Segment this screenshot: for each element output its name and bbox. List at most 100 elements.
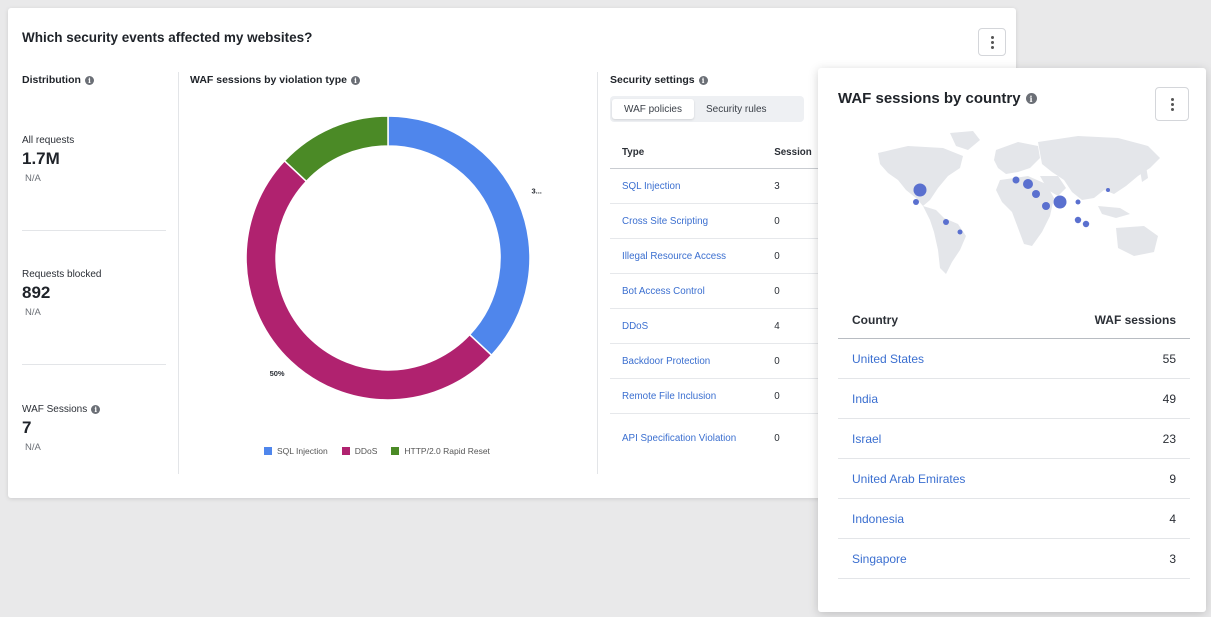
- info-icon[interactable]: i: [84, 75, 94, 85]
- violation-title-text: WAF sessions by violation type: [190, 74, 347, 86]
- country-session-count: 55: [1036, 338, 1190, 379]
- stat-label: Requests blocked: [22, 269, 102, 280]
- info-icon[interactable]: i: [1025, 93, 1037, 104]
- security-settings-title-text: Security settings: [610, 74, 695, 86]
- country-link[interactable]: United Arab Emirates: [838, 458, 1037, 499]
- session-count: 4: [762, 308, 822, 344]
- violation-type-link[interactable]: Bot Access Control: [610, 273, 763, 309]
- chart-legend: SQL Injection DDoS HTTP/2.0 Rapid Reset: [264, 446, 490, 456]
- session-count: 0: [762, 273, 822, 309]
- world-map: [878, 131, 1160, 274]
- stat-sub: N/A: [25, 173, 41, 184]
- country-link[interactable]: United States: [838, 338, 1037, 379]
- donut-slice-http-2-0-rapid-reset[interactable]: [283, 115, 389, 183]
- table-header-row: Country WAF sessions: [838, 302, 1190, 339]
- table-row: India 49: [838, 378, 1190, 419]
- table-row: API Specification Violation 0: [610, 414, 822, 464]
- card-title: Which security events affected my websit…: [22, 30, 313, 45]
- legend-item[interactable]: DDoS: [341, 446, 378, 456]
- legend-label: HTTP/2.0 Rapid Reset: [404, 446, 490, 456]
- stat-label: All requests: [22, 135, 75, 146]
- stat-sub: N/A: [25, 442, 41, 453]
- country-bubble[interactable]: [1012, 176, 1020, 184]
- column-header[interactable]: Country: [838, 302, 1037, 339]
- security-settings-title: Security settings i: [610, 74, 708, 86]
- country-bubble[interactable]: [1082, 220, 1090, 228]
- country-card-menu-button[interactable]: [1155, 87, 1189, 121]
- table-row: Bot Access Control 0: [610, 273, 822, 309]
- country-session-count: 3: [1036, 538, 1190, 579]
- violation-type-link[interactable]: SQL Injection: [610, 168, 763, 204]
- table-row: DDoS 4: [610, 308, 822, 344]
- country-bubble[interactable]: [1074, 216, 1082, 224]
- info-icon[interactable]: i: [91, 405, 101, 414]
- info-icon[interactable]: i: [350, 75, 360, 85]
- stat-requests-blocked: Requests blocked 892 N/A: [22, 269, 162, 318]
- table-row: United Arab Emirates 9: [838, 458, 1190, 499]
- country-session-count: 9: [1036, 458, 1190, 499]
- card-menu-button[interactable]: [978, 28, 1006, 56]
- table-row: Illegal Resource Access 0: [610, 238, 822, 274]
- stat-value: 892: [22, 283, 51, 302]
- table-row: Singapore 3: [838, 538, 1190, 579]
- session-count: 0: [762, 378, 822, 414]
- country-session-count: 23: [1036, 418, 1190, 459]
- country-bubble[interactable]: [1106, 188, 1110, 192]
- tab-security-rules[interactable]: Security rules: [694, 99, 779, 119]
- legend-label: DDoS: [354, 446, 378, 456]
- country-link[interactable]: Singapore: [838, 538, 1037, 579]
- table-row: Israel 23: [838, 418, 1190, 459]
- tab-waf-policies[interactable]: WAF policies: [612, 99, 694, 119]
- violation-type-link[interactable]: API Specification Violation: [610, 414, 762, 464]
- violation-donut-chart: 3...50%13%: [245, 115, 542, 401]
- kebab-menu-icon: [990, 35, 994, 49]
- stat-sub: N/A: [25, 307, 41, 318]
- country-bubble[interactable]: [943, 219, 949, 225]
- country-bubble[interactable]: [913, 199, 919, 205]
- divider-vertical: [597, 72, 598, 474]
- legend-item[interactable]: SQL Injection: [264, 446, 328, 456]
- distribution-title: Distribution i: [22, 74, 94, 86]
- country-link[interactable]: Israel: [838, 418, 1037, 459]
- legend-label: SQL Injection: [277, 446, 328, 456]
- info-icon[interactable]: i: [698, 75, 708, 85]
- country-bubble[interactable]: [957, 229, 963, 235]
- legend-swatch: [341, 447, 350, 455]
- stat-value: 7: [22, 418, 32, 437]
- legend-swatch: [264, 447, 272, 455]
- country-link[interactable]: India: [838, 378, 1037, 419]
- table-row: Cross Site Scripting 0: [610, 203, 822, 239]
- column-header[interactable]: WAF sessions: [1036, 302, 1190, 339]
- violation-type-link[interactable]: Remote File Inclusion: [610, 378, 763, 414]
- column-header[interactable]: Session: [762, 136, 822, 169]
- country-bubble[interactable]: [1075, 199, 1081, 205]
- country-bubble[interactable]: [1023, 179, 1033, 189]
- country-session-count: 4: [1036, 498, 1190, 539]
- country-bubble[interactable]: [1042, 202, 1050, 210]
- world-landmass: [878, 131, 1160, 274]
- violation-type-link[interactable]: DDoS: [610, 308, 763, 344]
- violation-type-link[interactable]: Illegal Resource Access: [610, 238, 763, 274]
- country-bubble[interactable]: [1032, 190, 1040, 198]
- violation-type-link[interactable]: Backdoor Protection: [610, 343, 763, 379]
- table-row: Remote File Inclusion 0: [610, 378, 822, 414]
- divider: [22, 230, 166, 231]
- country-bubble[interactable]: [913, 183, 927, 197]
- violation-title: WAF sessions by violation type i: [190, 74, 360, 86]
- security-table: Type Session SQL Injection 3 Cross Site S…: [610, 136, 822, 463]
- country-card-title: WAF sessions by country i: [838, 90, 1037, 107]
- column-header[interactable]: Type: [610, 136, 763, 169]
- session-count: 0: [762, 203, 822, 239]
- country-link[interactable]: Indonesia: [838, 498, 1037, 539]
- legend-swatch: [391, 447, 400, 455]
- divider: [22, 364, 166, 365]
- donut-slice-ddos[interactable]: [245, 159, 493, 401]
- stat-label-text: WAF Sessions: [22, 404, 88, 415]
- distribution-title-text: Distribution: [22, 74, 81, 86]
- country-bubble[interactable]: [1053, 195, 1067, 209]
- donut-slice-sql-injection[interactable]: [387, 115, 531, 357]
- session-count: 0: [762, 343, 822, 379]
- legend-item[interactable]: HTTP/2.0 Rapid Reset: [391, 446, 490, 456]
- violation-type-link[interactable]: Cross Site Scripting: [610, 203, 763, 239]
- session-count: 3: [762, 168, 822, 204]
